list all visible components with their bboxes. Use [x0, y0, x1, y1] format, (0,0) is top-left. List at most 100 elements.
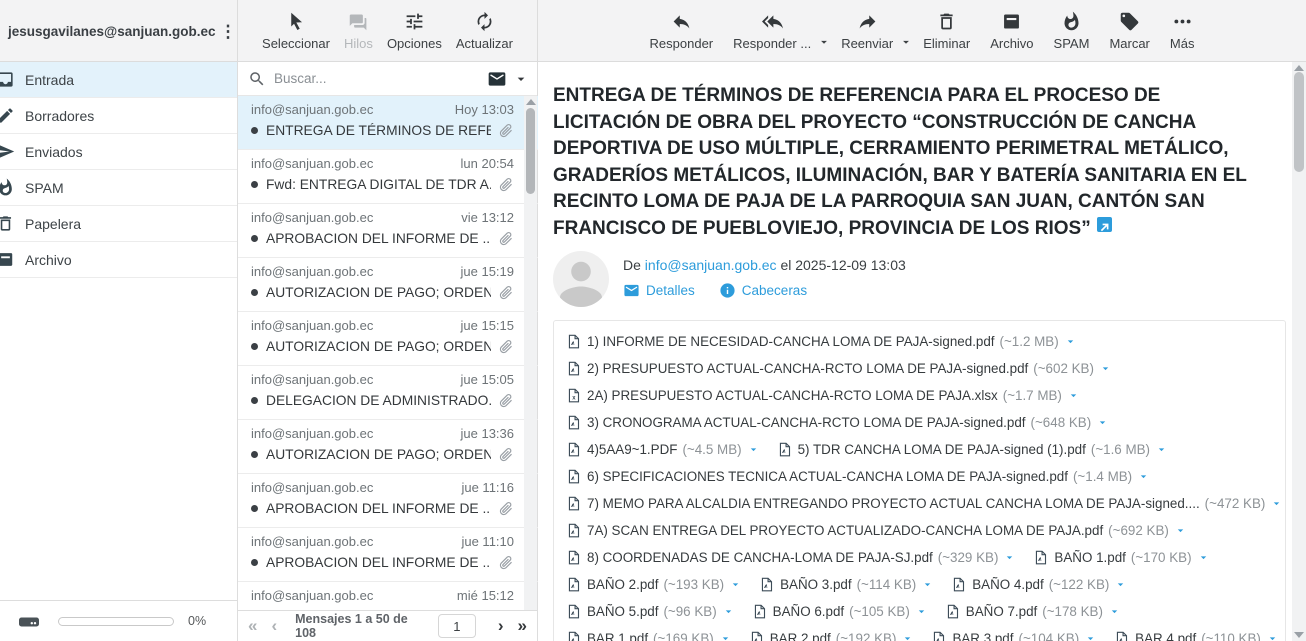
attachment-link[interactable]: BAÑO 6.pdf (~105 KB) — [752, 603, 928, 620]
attachment-link[interactable]: 1) INFORME DE NECESIDAD-CANCHA LOMA DE P… — [566, 333, 1077, 350]
attachment-menu-caret-icon[interactable] — [722, 605, 735, 618]
attachment-name[interactable]: 5) TDR CANCHA LOMA DE PAJA-signed (1).pd… — [798, 442, 1086, 457]
attachment-menu-caret-icon[interactable] — [901, 632, 914, 641]
forward-button[interactable]: Reenviar — [841, 11, 893, 51]
scrollbar-thumb[interactable] — [526, 108, 535, 194]
attachment-link[interactable]: BAÑO 5.pdf (~96 KB) — [566, 603, 735, 620]
forward-dropdown-caret[interactable] — [899, 35, 913, 54]
attachment-link[interactable]: 5) TDR CANCHA LOMA DE PAJA-signed (1).pd… — [777, 441, 1168, 458]
search-scope-mail-icon[interactable] — [487, 69, 507, 89]
attachment-link[interactable]: BAÑO 7.pdf (~178 KB) — [945, 603, 1121, 620]
open-in-new-window-icon[interactable] — [1097, 217, 1112, 232]
message-list-item[interactable]: info@sanjuan.gob.ec jue 15:15 AUTORIZACI… — [238, 312, 538, 366]
more-button[interactable]: Más — [1170, 11, 1195, 51]
attachment-name[interactable]: 7A) SCAN ENTREGA DEL PROYECTO ACTUALIZAD… — [587, 523, 1103, 538]
attachment-link[interactable]: 2) PRESUPUESTO ACTUAL-CANCHA-RCTO LOMA D… — [566, 360, 1112, 377]
attachment-link[interactable]: 7A) SCAN ENTREGA DEL PROYECTO ACTUALIZAD… — [566, 522, 1187, 539]
attachment-menu-caret-icon[interactable] — [1099, 362, 1112, 375]
message-list-item[interactable]: info@sanjuan.gob.ec Hoy 13:03 ENTREGA DE… — [238, 96, 538, 150]
attachment-menu-caret-icon[interactable] — [921, 578, 934, 591]
attachment-name[interactable]: BAÑO 1.pdf — [1054, 550, 1125, 565]
attachment-menu-caret-icon[interactable] — [1137, 470, 1150, 483]
headers-toggle[interactable]: Cabeceras — [719, 282, 807, 299]
sidebar-folder-archivo[interactable]: Archivo — [0, 242, 237, 278]
attachment-name[interactable]: 2) PRESUPUESTO ACTUAL-CANCHA-RCTO LOMA D… — [587, 361, 1028, 376]
attachment-name[interactable]: 8) COORDENADAS DE CANCHA-LOMA DE PAJA-SJ… — [587, 550, 933, 565]
attachment-name[interactable]: BAR 2.pdf — [770, 631, 831, 641]
attachment-name[interactable]: BAÑO 7.pdf — [966, 604, 1037, 619]
next-page-button[interactable]: › — [498, 616, 504, 636]
search-icon[interactable] — [248, 70, 266, 88]
select-button[interactable]: Seleccionar — [262, 11, 330, 51]
sidebar-folder-spam[interactable]: SPAM — [0, 170, 237, 206]
attachment-menu-caret-icon[interactable] — [1096, 416, 1109, 429]
scrollbar-thumb[interactable] — [1294, 72, 1304, 172]
attachment-link[interactable]: BAR 3.pdf (~104 KB) — [931, 630, 1097, 641]
message-view-scrollbar[interactable] — [1292, 62, 1306, 641]
previous-page-button[interactable]: ‹ — [271, 616, 277, 636]
attachment-link[interactable]: BAÑO 4.pdf (~122 KB) — [951, 576, 1127, 593]
search-input[interactable] — [274, 71, 487, 86]
message-list-item[interactable]: info@sanjuan.gob.ec jue 11:16 APROBACION… — [238, 474, 538, 528]
account-menu-kebab-icon[interactable]: ⋮ — [216, 21, 241, 42]
mark-button[interactable]: Marcar — [1109, 11, 1149, 51]
attachment-name[interactable]: BAR 4.pdf — [1135, 631, 1196, 641]
attachment-link[interactable]: BAÑO 1.pdf (~170 KB) — [1033, 549, 1209, 566]
message-list-item[interactable]: info@sanjuan.gob.ec lun 20:54 Fwd: ENTRE… — [238, 150, 538, 204]
attachment-menu-caret-icon[interactable] — [1155, 443, 1168, 456]
options-button[interactable]: Opciones — [387, 11, 442, 51]
delete-button[interactable]: Eliminar — [923, 11, 970, 51]
threads-button[interactable]: Hilos — [344, 11, 373, 51]
reply-all-dropdown-caret[interactable] — [817, 35, 831, 54]
attachment-menu-caret-icon[interactable] — [1114, 578, 1127, 591]
attachment-menu-caret-icon[interactable] — [1266, 632, 1279, 641]
attachment-link[interactable]: 3) CRONOGRAMA ACTUAL-CANCHA-RCTO LOMA DE… — [566, 414, 1109, 431]
page-number-input[interactable] — [438, 614, 476, 638]
attachment-menu-caret-icon[interactable] — [1174, 524, 1187, 537]
attachment-name[interactable]: BAÑO 6.pdf — [773, 604, 844, 619]
first-page-button[interactable]: « — [248, 616, 257, 636]
attachment-name[interactable]: 6) SPECIFICACIONES TECNICA ACTUAL-CANCHA… — [587, 469, 1068, 484]
sidebar-folder-papelera[interactable]: Papelera — [0, 206, 237, 242]
last-page-button[interactable]: » — [518, 616, 527, 636]
refresh-button[interactable]: Actualizar — [456, 11, 513, 51]
sender-email-link[interactable]: info@sanjuan.gob.ec — [645, 257, 777, 273]
scrollbar-up-arrow[interactable] — [526, 99, 536, 105]
reply-all-button[interactable]: Responder ... — [733, 11, 811, 51]
reply-button[interactable]: Responder — [650, 11, 714, 51]
message-list-item[interactable]: info@sanjuan.gob.ec vie 13:12 APROBACION… — [238, 204, 538, 258]
attachment-menu-caret-icon[interactable] — [915, 605, 928, 618]
attachment-link[interactable]: BAÑO 3.pdf (~114 KB) — [759, 576, 934, 593]
attachment-menu-caret-icon[interactable] — [1003, 551, 1016, 564]
attachment-menu-caret-icon[interactable] — [1084, 632, 1097, 641]
attachment-link[interactable]: 4)5AA9~1.PDF (~4.5 MB) — [566, 441, 760, 458]
attachment-menu-caret-icon[interactable] — [1270, 497, 1283, 510]
attachment-menu-caret-icon[interactable] — [1067, 389, 1080, 402]
attachment-name[interactable]: 4)5AA9~1.PDF — [587, 442, 677, 457]
sidebar-folder-borradores[interactable]: Borradores — [0, 98, 237, 134]
attachment-link[interactable]: BAR 2.pdf (~192 KB) — [749, 630, 915, 641]
attachment-name[interactable]: BAÑO 4.pdf — [972, 577, 1043, 592]
attachment-name[interactable]: BAÑO 2.pdf — [587, 577, 658, 592]
attachment-link[interactable]: 8) COORDENADAS DE CANCHA-LOMA DE PAJA-SJ… — [566, 549, 1016, 566]
scrollbar-up-arrow[interactable] — [1294, 65, 1304, 71]
attachment-menu-caret-icon[interactable] — [719, 632, 732, 641]
attachment-name[interactable]: BAR 3.pdf — [952, 631, 1013, 641]
attachment-menu-caret-icon[interactable] — [1197, 551, 1210, 564]
attachment-name[interactable]: 7) MEMO PARA ALCALDIA ENTREGANDO PROYECT… — [587, 496, 1200, 511]
spam-button[interactable]: SPAM — [1054, 11, 1090, 51]
attachment-name[interactable]: 1) INFORME DE NECESIDAD-CANCHA LOMA DE P… — [587, 334, 995, 349]
attachment-menu-caret-icon[interactable] — [1064, 335, 1077, 348]
archive-button[interactable]: Archivo — [990, 11, 1033, 51]
search-options-chevron-down-icon[interactable] — [513, 71, 529, 87]
details-toggle[interactable]: Detalles — [623, 282, 695, 299]
attachment-link[interactable]: BAÑO 2.pdf (~193 KB) — [566, 576, 742, 593]
message-list-item[interactable]: info@sanjuan.gob.ec jue 15:05 DELEGACION… — [238, 366, 538, 420]
attachment-name[interactable]: 2A) PRESUPUESTO ACTUAL-CANCHA-RCTO LOMA … — [587, 388, 998, 403]
sidebar-folder-enviados[interactable]: Enviados — [0, 134, 237, 170]
attachment-name[interactable]: BAÑO 5.pdf — [587, 604, 658, 619]
attachment-link[interactable]: BAR 1.pdf (~169 KB) — [566, 630, 732, 641]
message-list-item[interactable]: info@sanjuan.gob.ec jue 13:36 AUTORIZACI… — [238, 420, 538, 474]
attachment-name[interactable]: BAR 1.pdf — [587, 631, 648, 641]
message-list-item[interactable]: info@sanjuan.gob.ec mié 15:12 — [238, 582, 538, 610]
